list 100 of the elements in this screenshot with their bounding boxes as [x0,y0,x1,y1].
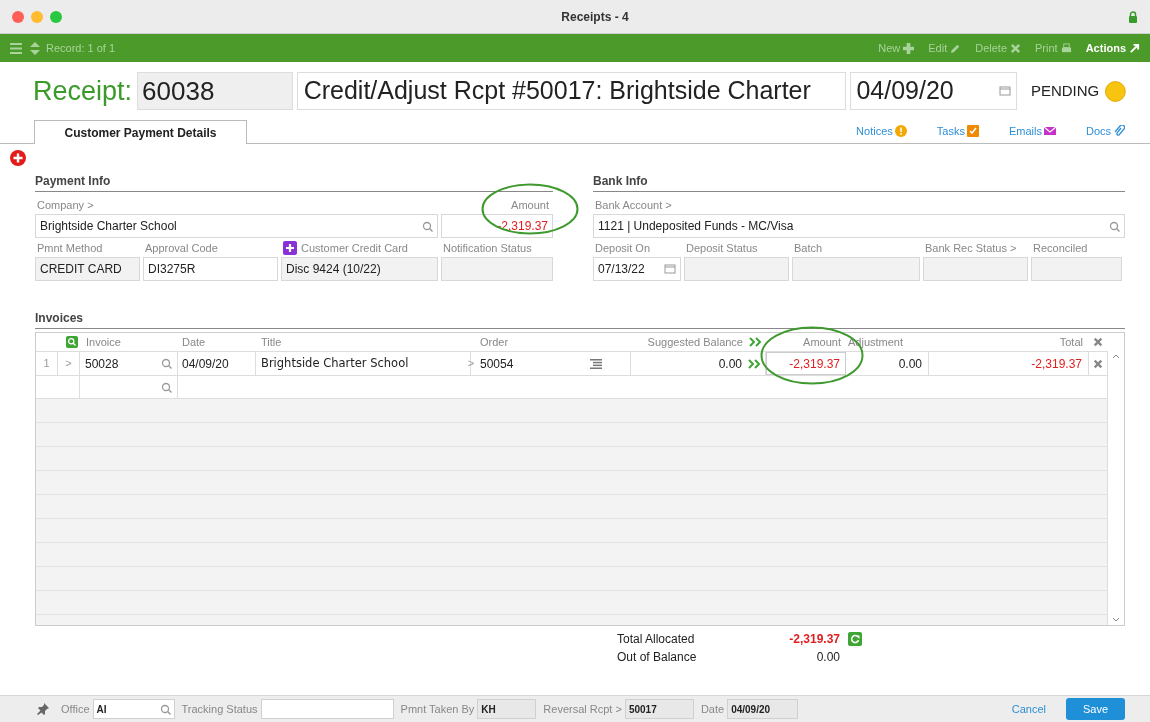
field-label: Office [61,701,90,717]
input-field[interactable]: AI [92,699,175,719]
add-icon[interactable] [10,150,26,166]
section-title: Payment Info [35,172,553,192]
header-link[interactable]: Notices [856,122,907,139]
search-icon[interactable] [66,336,78,348]
input-field[interactable] [441,257,553,281]
input-field[interactable]: Disc 9424 (10/22) [281,257,438,281]
envelope-icon [1043,124,1056,137]
column-header: Amount [803,334,841,350]
alert-icon [894,124,907,137]
input-field[interactable]: -2,319.37 [766,352,846,375]
field-label: Pmnt Method [37,240,103,256]
paperclip-icon [1113,124,1125,137]
search-icon[interactable] [422,220,433,232]
pin-icon[interactable] [37,703,49,715]
field-label: Reconciled [1033,240,1088,256]
column-header: Title [261,334,282,350]
column-header: Suggested Balance [647,334,743,350]
header-link[interactable]: Tasks [936,122,979,139]
delete-icon [1010,42,1022,54]
table-cell-text: 0.00 [718,355,742,373]
calendar-icon[interactable] [998,85,1011,97]
toolbar-button[interactable]: Actions [1085,39,1140,57]
scroll-up-icon[interactable] [1112,353,1120,359]
field-label: Reversal Rcpt > [543,701,622,717]
column-header: Order [480,334,509,350]
input-field[interactable] [792,257,920,281]
input-field[interactable]: 50017 [624,699,694,719]
field-label: Company > [37,197,94,213]
up-down-arrows-icon[interactable] [30,41,40,55]
table-cell-text: 50054 [480,355,515,373]
section-title: Invoices [35,309,1125,329]
column-header: Total [1059,334,1083,350]
save-button[interactable]: Save [1066,698,1125,720]
search-icon[interactable] [1109,220,1120,232]
field-label: Notification Status [443,240,532,256]
field-label: Deposit Status [686,240,758,256]
double-chevron-icon[interactable] [749,337,762,347]
input-field[interactable] [923,257,1028,281]
search-icon[interactable] [159,703,171,715]
window-title: Receipts - 4 [560,8,630,26]
header-link[interactable]: Docs [1085,122,1125,139]
column-header: Invoice [86,334,121,350]
date-field[interactable]: 04/09/20 [850,72,1017,110]
total-label: Out of Balance [617,649,698,666]
new-icon [903,42,915,54]
calendar-icon[interactable] [664,263,676,275]
input-field[interactable]: -2,319.37 [441,214,553,238]
scroll-down-icon[interactable] [1112,617,1120,623]
minimize-button[interactable] [31,10,43,23]
actions-icon [1129,42,1140,54]
checkbox-icon [966,124,979,137]
field-label: Date [700,701,725,717]
field-label: Customer Credit Card [301,240,408,256]
search-icon[interactable] [161,358,172,369]
input-field[interactable]: 07/13/22 [593,257,681,281]
field-label: Amount [511,197,549,213]
input-field[interactable] [684,257,789,281]
section-title: Bank Info [593,172,1125,192]
status-label: PENDING [1030,80,1100,101]
double-chevron-icon[interactable] [748,358,761,369]
scrollbar[interactable] [1107,351,1124,625]
field-label: Batch [794,240,823,256]
receipt-number-field[interactable]: 60038 [137,72,293,110]
close-button[interactable] [12,10,24,23]
refresh-icon[interactable] [848,632,862,646]
receipt-title-field[interactable]: Credit/Adjust Rcpt #50017: Brightside Charter [296,72,847,110]
total-value: 0.00 [815,649,840,666]
delete-row-icon[interactable] [1092,358,1103,369]
field-label: Bank Rec Status > [925,240,1017,256]
input-field[interactable] [260,699,394,719]
input-field[interactable]: 1121 | Undeposited Funds - MC/Visa [593,214,1125,238]
total-value: -2,319.37 [788,631,840,648]
field-label: Tracking Status [181,701,258,717]
header-link[interactable]: Emails [1008,122,1056,139]
lock-icon [1128,10,1138,23]
input-field[interactable]: KH [477,699,537,719]
status-dot-icon [1105,80,1126,102]
zoom-button[interactable] [50,10,62,23]
tab[interactable]: Customer Payment Details [34,120,247,144]
edit-icon [950,42,962,54]
input-field[interactable]: CREDIT CARD [35,257,140,281]
close-icon[interactable] [1092,337,1103,347]
field-label: Deposit On [595,240,651,256]
column-header: Date [182,334,206,350]
input-field[interactable]: 04/09/20 [727,699,799,719]
add-icon[interactable] [283,241,297,255]
field-label: Pmnt Taken By [400,701,475,717]
list-icon[interactable] [590,358,602,369]
field-label: Bank Account > [595,197,672,213]
menu-icon[interactable] [10,42,22,54]
field-label: Approval Code [145,240,218,256]
record-counter: Record: 1 of 1 [46,40,116,56]
input-field[interactable]: Brightside Charter School [35,214,438,238]
search-icon[interactable] [161,381,172,393]
input-field[interactable]: DI3275R [143,257,278,281]
receipt-label: Receipt: [33,74,133,108]
input-field[interactable] [1031,257,1122,281]
print-icon [1060,42,1072,54]
